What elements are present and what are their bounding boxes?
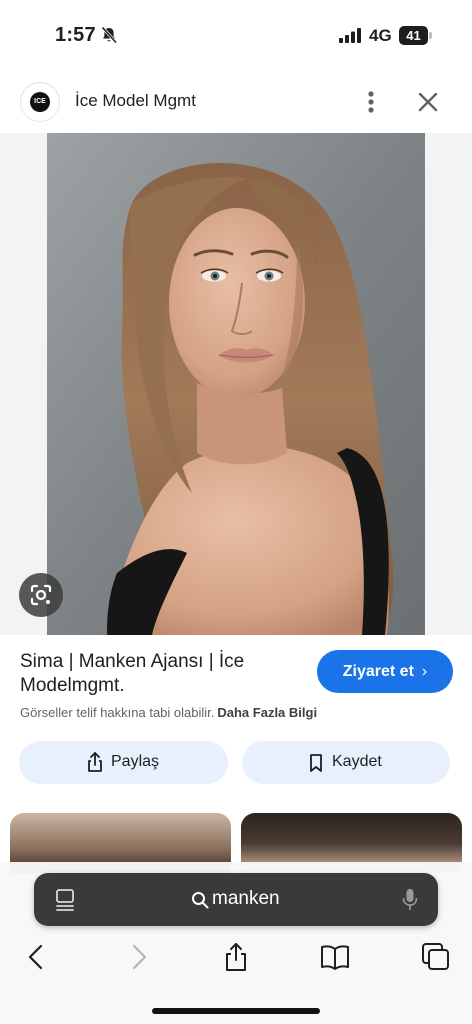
visit-button[interactable]: Ziyaret et › (317, 650, 453, 693)
cellular-signal-icon (339, 28, 361, 43)
page-menu-icon[interactable] (54, 888, 76, 912)
share-icon[interactable] (221, 942, 251, 972)
battery-icon: 41 (399, 26, 432, 45)
site-logo[interactable]: ICE (20, 82, 60, 122)
lens-search-button[interactable] (19, 573, 63, 617)
visit-button-label: Ziyaret et (342, 663, 414, 680)
home-indicator (152, 1008, 320, 1014)
microphone-icon[interactable] (402, 888, 418, 912)
tabs-icon[interactable] (421, 942, 451, 972)
save-button[interactable]: Kaydet (242, 741, 450, 784)
share-label: Paylaş (111, 753, 160, 770)
site-name[interactable]: İce Model Mgmt (75, 91, 196, 111)
result-title[interactable]: Sima | Manken Ajansı | İce Modelmgmt. (20, 650, 300, 698)
close-icon[interactable] (414, 88, 442, 116)
back-arrow-icon[interactable] (22, 942, 52, 972)
site-header: ICE İce Model Mgmt (0, 72, 472, 132)
bell-slash-icon (101, 26, 118, 44)
battery-level: 41 (406, 28, 421, 43)
network-type: 4G (369, 26, 392, 45)
address-bar[interactable]: manken (34, 873, 438, 926)
browser-toolbar: manken (0, 862, 472, 1024)
address-bar-text: manken (212, 888, 280, 909)
site-logo-mark: ICE (30, 92, 50, 112)
save-label: Kaydet (332, 753, 382, 770)
more-info-link[interactable]: Daha Fazla Bilgi (217, 705, 317, 720)
status-bar: 1:57 4G 41 (0, 0, 472, 70)
bookmark-icon (310, 754, 322, 772)
share-button[interactable]: Paylaş (19, 741, 228, 784)
image-preview-area (0, 133, 472, 635)
search-icon (192, 892, 209, 909)
model-photo[interactable] (47, 133, 425, 635)
share-icon (88, 752, 102, 772)
copyright-notice: Görseller telif hakkına tabi olabilir. Da… (20, 705, 317, 720)
more-vertical-icon[interactable] (358, 88, 384, 116)
lens-icon (30, 584, 52, 606)
status-time: 1:57 (55, 24, 96, 46)
forward-arrow-icon[interactable] (123, 942, 153, 972)
bookmarks-book-icon[interactable] (320, 942, 350, 972)
copyright-text: Görseller telif hakkına tabi olabilir. (20, 705, 215, 720)
chevron-right-icon: › (421, 663, 428, 680)
